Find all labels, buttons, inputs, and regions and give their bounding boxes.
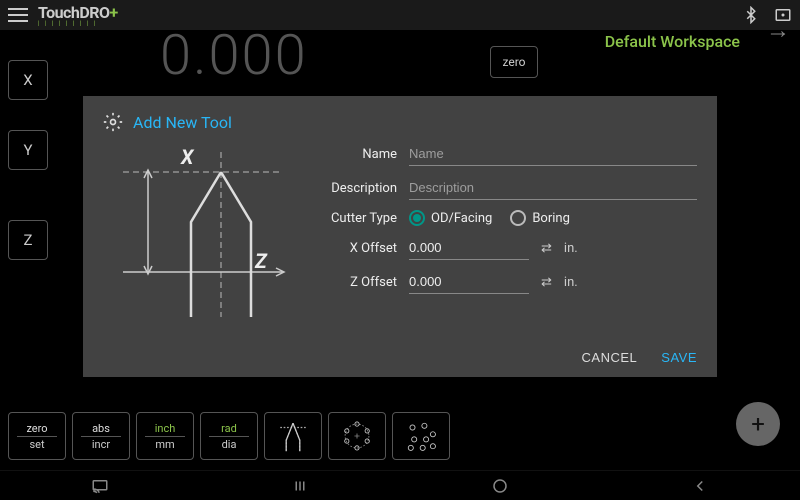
label: rad [221, 422, 237, 435]
logo-plus: + [110, 3, 118, 22]
recent-apps-icon[interactable] [291, 477, 309, 495]
forward-arrow-icon[interactable]: → [766, 16, 790, 45]
save-button[interactable]: SAVE [661, 350, 697, 365]
radio-dot-icon [409, 210, 425, 226]
home-icon[interactable] [491, 477, 509, 495]
zero-set-button[interactable]: zero set [8, 412, 66, 460]
dialog-title: Add New Tool [133, 113, 232, 132]
swap-icon[interactable]: ⇄ [541, 241, 552, 256]
zero-button-small[interactable]: zero [490, 46, 538, 78]
description-label: Description [319, 181, 409, 196]
unit-label: in. [564, 241, 578, 256]
radio-od-facing[interactable]: OD/Facing [409, 210, 492, 226]
main-area: 0.000 Default Workspace → X Y Z zero zer… [0, 30, 800, 470]
hole-grid-icon [404, 419, 438, 453]
cancel-button[interactable]: CANCEL [582, 350, 638, 365]
tool-icon [276, 419, 310, 453]
dialog-scrim: Add New Tool X Z [0, 60, 800, 440]
hole-grid-button[interactable] [392, 412, 450, 460]
name-label: Name [319, 147, 409, 162]
android-navbar [0, 470, 800, 500]
tool-diagram: X Z [103, 142, 303, 322]
add-tool-dialog: Add New Tool X Z [83, 96, 717, 377]
label: set [29, 438, 44, 451]
app-logo: TouchDRO+ | | | | | | | | | [38, 3, 118, 27]
workspace-title[interactable]: Default Workspace [605, 32, 740, 51]
radio-label: Boring [532, 211, 570, 226]
radio-dot-icon [510, 210, 526, 226]
axis-z-button[interactable]: Z [8, 220, 48, 260]
cast-icon[interactable] [91, 477, 109, 495]
label: incr [92, 438, 110, 451]
label: dia [222, 438, 237, 451]
readout-value: 0.000 [160, 22, 308, 88]
name-input[interactable] [409, 142, 697, 166]
description-input[interactable] [409, 176, 697, 200]
label: mm [155, 438, 174, 451]
bolt-circle-button[interactable] [328, 412, 386, 460]
inch-mm-button[interactable]: inch mm [136, 412, 194, 460]
cutter-type-label: Cutter Type [319, 211, 409, 226]
tool-form: Name Description Cutter Type OD/Facing B… [319, 142, 697, 322]
bolt-circle-icon [340, 419, 374, 453]
z-offset-label: Z Offset [319, 275, 409, 290]
radio-boring[interactable]: Boring [510, 210, 570, 226]
hamburger-menu-icon[interactable] [8, 8, 28, 22]
label: abs [92, 422, 110, 435]
top-toolbar: TouchDRO+ | | | | | | | | | [0, 0, 800, 30]
bottom-toolbar: zero set abs incr inch mm rad dia [8, 412, 450, 460]
gear-icon [103, 112, 123, 132]
back-icon[interactable] [691, 477, 709, 495]
axis-x-button[interactable]: X [8, 60, 48, 100]
tool-button[interactable] [264, 412, 322, 460]
z-offset-input[interactable] [409, 270, 529, 294]
label: inch [155, 422, 176, 435]
diagram-z-label: Z [254, 249, 268, 273]
axis-y-button[interactable]: Y [8, 130, 48, 170]
x-offset-input[interactable] [409, 236, 529, 260]
fab-add-button[interactable]: + [736, 402, 780, 446]
diagram-x-label: X [180, 145, 195, 169]
swap-icon[interactable]: ⇄ [541, 275, 552, 290]
bluetooth-icon[interactable] [742, 6, 760, 24]
radio-label: OD/Facing [431, 211, 492, 226]
label: zero [26, 422, 47, 435]
x-offset-label: X Offset [319, 241, 409, 256]
unit-label: in. [564, 275, 578, 290]
rad-dia-button[interactable]: rad dia [200, 412, 258, 460]
abs-incr-button[interactable]: abs incr [72, 412, 130, 460]
